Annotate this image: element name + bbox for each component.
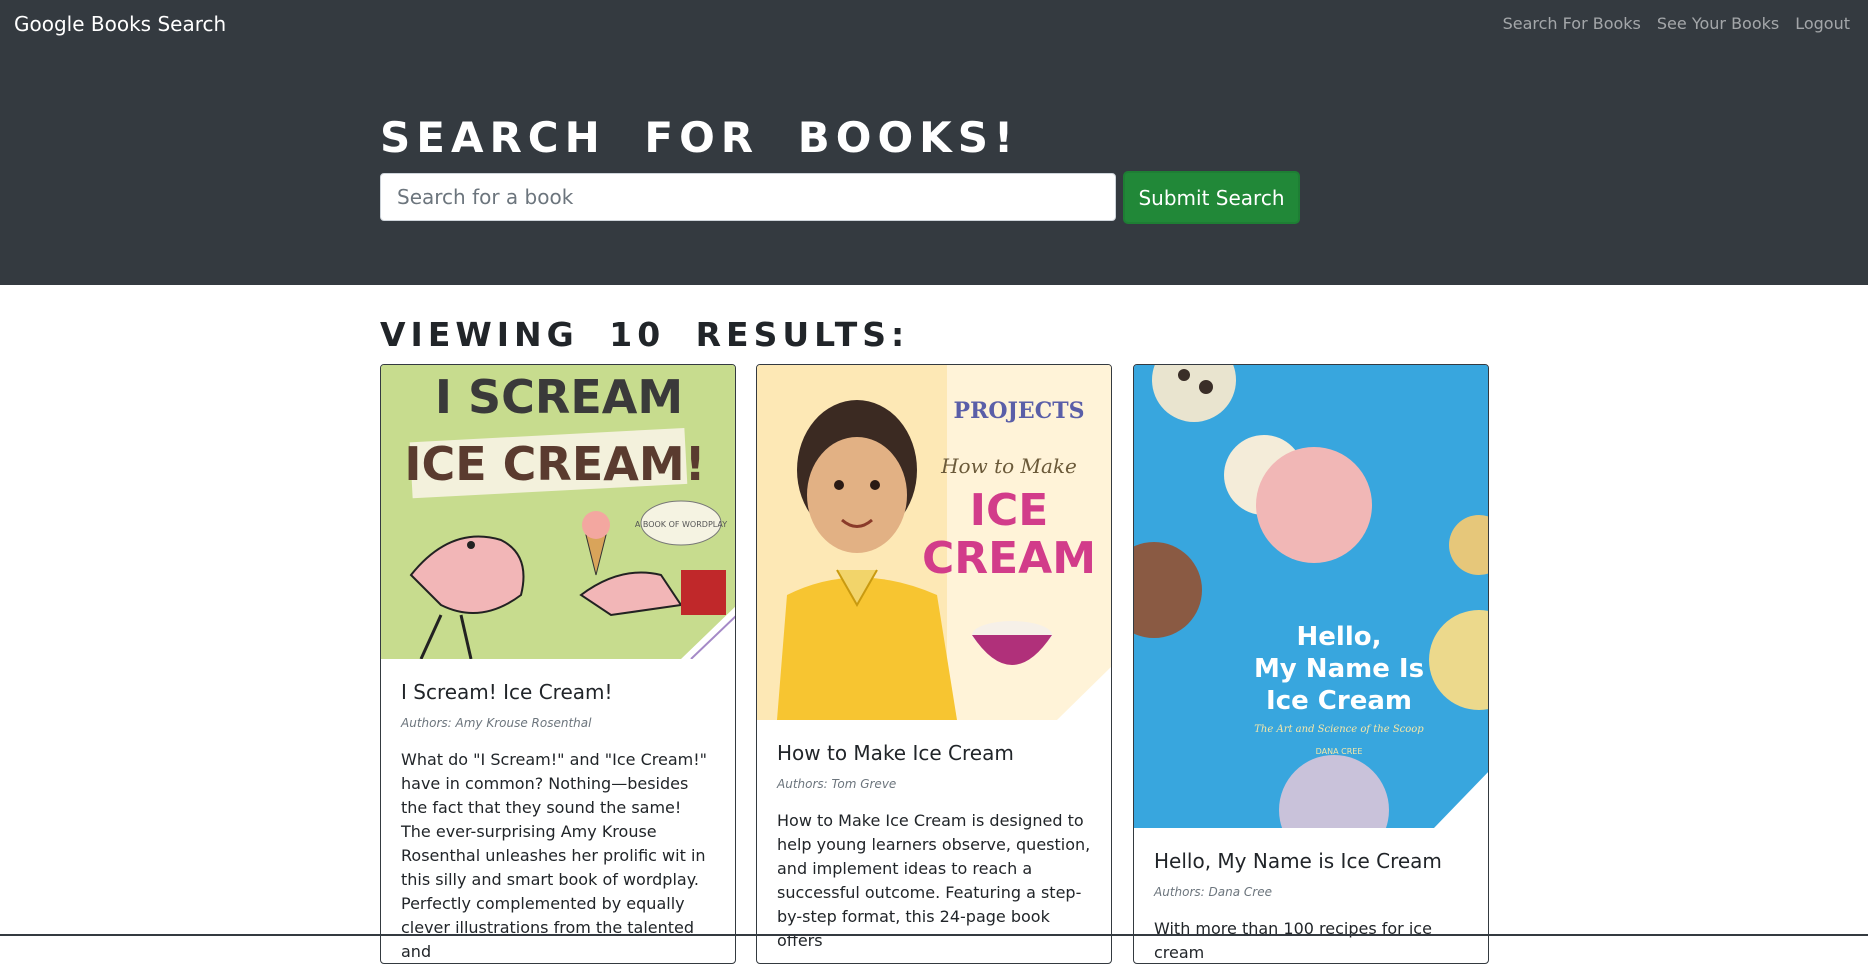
nav-search-link[interactable]: Search For Books: [1503, 14, 1641, 33]
svg-text:ICE CREAM!: ICE CREAM!: [404, 437, 705, 491]
book-title[interactable]: Hello, My Name is Ice Cream: [1154, 849, 1468, 873]
svg-text:A BOOK OF WORDPLAY: A BOOK OF WORDPLAY: [635, 520, 727, 529]
svg-text:PROJECTS: PROJECTS: [954, 398, 1085, 424]
book-authors: Authors: Amy Krouse Rosenthal: [401, 716, 592, 730]
nav-logout-link[interactable]: Logout: [1795, 14, 1850, 33]
book-card: Hello, My Name Is Ice Cream The Art and …: [1133, 364, 1489, 964]
book-authors: Authors: Dana Cree: [1154, 885, 1272, 899]
svg-text:I SCREAM: I SCREAM: [435, 370, 683, 424]
results-heading: Viewing 10 results:: [380, 315, 910, 354]
svg-text:The Art and Science of the Sco: The Art and Science of the Scoop: [1254, 724, 1424, 735]
book-title[interactable]: How to Make Ice Cream: [777, 741, 1091, 765]
svg-text:My Name Is: My Name Is: [1254, 654, 1424, 684]
book-description: How to Make Ice Cream is designed to hel…: [777, 811, 1091, 950]
svg-text:ICE: ICE: [970, 485, 1049, 536]
cover-art-how-to-make: PROJECTS How to Make ICE CREAM: [757, 365, 1111, 720]
book-cover-image: Hello, My Name Is Ice Cream The Art and …: [1134, 365, 1488, 828]
card-body: Hello, My Name is Ice Cream Authors: Dan…: [1134, 849, 1488, 963]
cover-art-i-scream: I SCREAM ICE CREAM! A BOOK OF WORDPLAY: [381, 365, 735, 659]
nav-links: Search For Books See Your Books Logout: [1503, 14, 1850, 33]
svg-text:Ice Cream: Ice Cream: [1266, 686, 1412, 716]
book-card: I SCREAM ICE CREAM! A BOOK OF WORDPLAY I…: [380, 364, 736, 964]
book-description: What do "I Scream!" and "Ice Cream!" hav…: [401, 750, 707, 961]
nav-saved-books-link[interactable]: See Your Books: [1657, 14, 1779, 33]
submit-search-button[interactable]: Submit Search: [1123, 171, 1300, 224]
svg-text:CREAM: CREAM: [922, 533, 1096, 584]
card-body: I Scream! Ice Cream! Authors: Amy Krouse…: [381, 680, 735, 963]
search-input[interactable]: [380, 173, 1116, 221]
svg-text:How to Make: How to Make: [940, 454, 1077, 478]
card-body: How to Make Ice Cream Authors: Tom Greve…: [757, 741, 1111, 953]
brand-link[interactable]: Google Books Search: [14, 12, 226, 36]
book-title[interactable]: I Scream! Ice Cream!: [401, 680, 715, 704]
svg-text:DANA CREE: DANA CREE: [1316, 747, 1363, 756]
page-title: Search for Books!: [380, 113, 1020, 162]
cover-art-hello-ice-cream: Hello, My Name Is Ice Cream The Art and …: [1134, 365, 1488, 828]
svg-text:Hello,: Hello,: [1297, 622, 1382, 652]
navbar: Google Books Search Search For Books See…: [0, 0, 1868, 50]
book-authors: Authors: Tom Greve: [777, 777, 897, 791]
book-cover-image: PROJECTS How to Make ICE CREAM: [757, 365, 1111, 720]
book-card: PROJECTS How to Make ICE CREAM How to Ma…: [756, 364, 1112, 964]
book-cover-image: I SCREAM ICE CREAM! A BOOK OF WORDPLAY: [381, 365, 735, 659]
search-hero: Search for Books! Submit Search: [0, 50, 1868, 285]
book-description: With more than 100 recipes for ice cream: [1154, 919, 1432, 962]
